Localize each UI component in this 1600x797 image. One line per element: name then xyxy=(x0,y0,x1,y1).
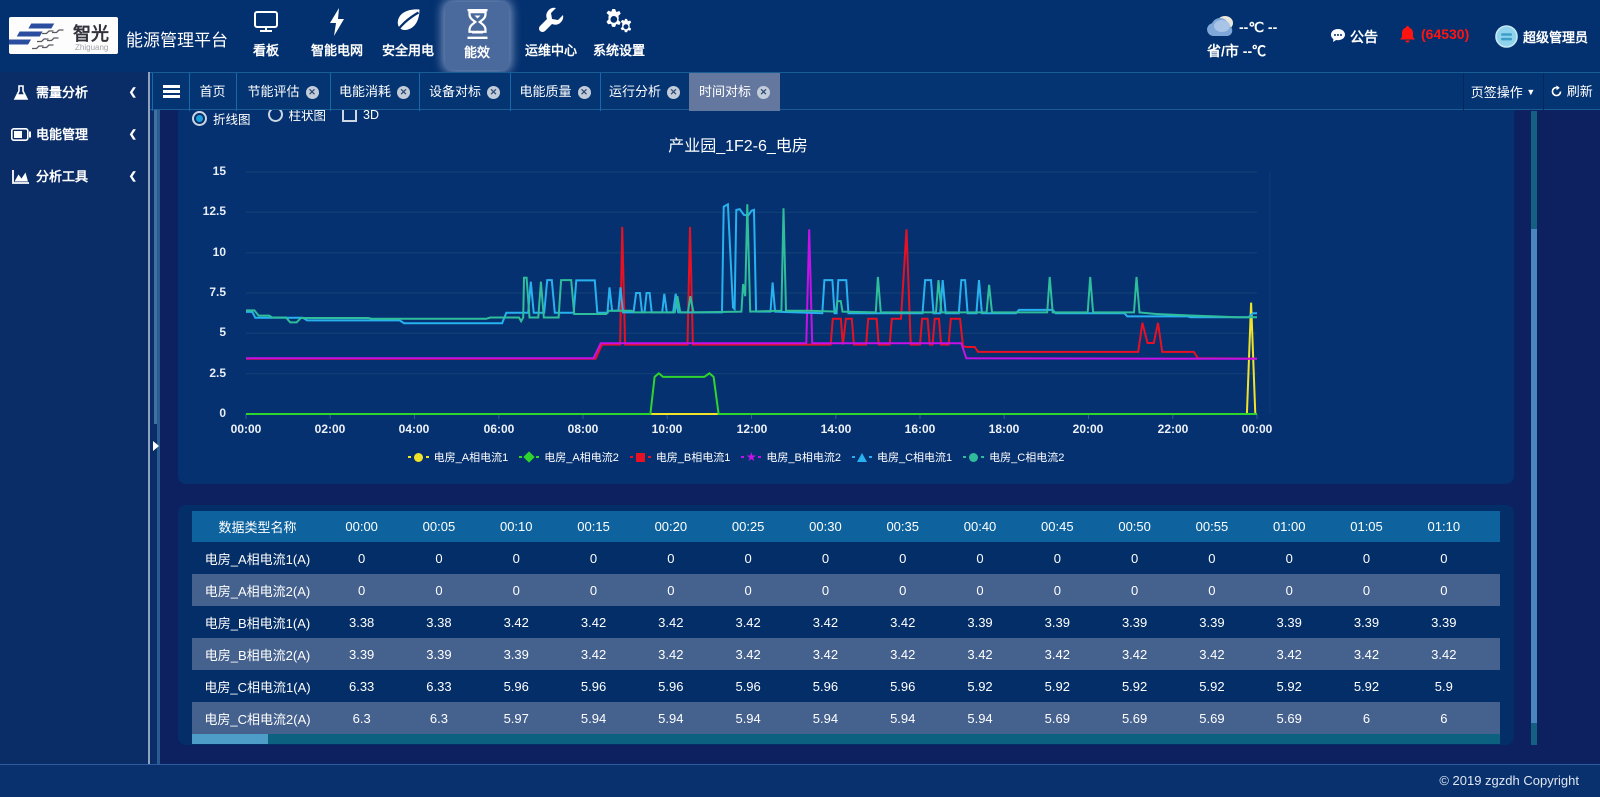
svg-text:Zhiguang: Zhiguang xyxy=(75,43,108,52)
svg-text:智光: 智光 xyxy=(73,23,109,44)
